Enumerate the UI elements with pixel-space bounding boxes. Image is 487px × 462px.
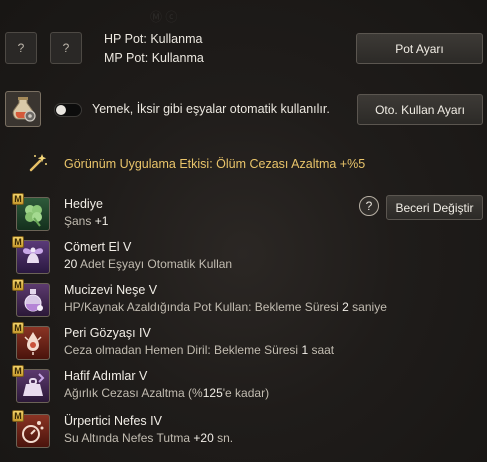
hp-pot-slot-label: ? bbox=[17, 41, 25, 55]
skill-description: 20 Adet Eşyayı Otomatik Kullan bbox=[64, 257, 233, 271]
skill-name: Hediye bbox=[64, 197, 103, 211]
skill-name: Ürpertici Nefes IV bbox=[64, 414, 162, 428]
skill-item: M Peri Gözyaşı IV Ceza olmadan Hemen Dir… bbox=[12, 322, 476, 366]
skill-description: Ceza olmadan Hemen Diril: Bekleme Süresi… bbox=[64, 343, 335, 357]
auto-use-description: Yemek, İksir gibi eşyalar otomatik kulla… bbox=[92, 102, 330, 116]
skill-name: Hafif Adımlar V bbox=[64, 369, 148, 383]
skill-description: Şans +1 bbox=[64, 214, 109, 228]
mastery-badge: M bbox=[12, 236, 24, 248]
hp-pot-slot[interactable]: ? bbox=[5, 32, 37, 64]
skill-description: Su Altında Nefes Tutma +20 sn. bbox=[64, 431, 234, 445]
mp-pot-status: MP Pot: Kullanma bbox=[104, 51, 204, 65]
skill-description: Ağırlık Cezası Azaltma (%125'e kadar) bbox=[64, 386, 270, 400]
skill-name: Mucizevi Neşe V bbox=[64, 283, 158, 297]
skill-name: Peri Gözyaşı IV bbox=[64, 326, 151, 340]
pot-settings-button[interactable]: Pot Ayarı bbox=[356, 33, 483, 64]
auto-use-potion-icon[interactable] bbox=[5, 91, 41, 127]
mp-pot-slot-label: ? bbox=[62, 41, 70, 55]
skill-name: Cömert El V bbox=[64, 240, 132, 254]
skill-item: M Hafif Adımlar V Ağırlık Cezası Azaltma… bbox=[12, 365, 476, 409]
skill-item: M Hediye Şans +1 bbox=[12, 193, 476, 237]
mastery-badge: M bbox=[12, 322, 24, 334]
mastery-badge: M bbox=[12, 193, 24, 205]
mastery-badge: M bbox=[12, 279, 24, 291]
hp-pot-status: HP Pot: Kullanma bbox=[104, 32, 203, 46]
skill-item: M Mucizevi Neşe V HP/Kaynak Azaldığında … bbox=[12, 279, 476, 323]
appearance-effect-text: Görünüm Uygulama Etkisi: Ölüm Cezası Aza… bbox=[64, 157, 366, 171]
pot-settings-button-label: Pot Ayarı bbox=[395, 41, 444, 56]
mp-pot-slot[interactable]: ? bbox=[50, 32, 82, 64]
skill-item: M Cömert El V 20 Adet Eşyayı Otomatik Ku… bbox=[12, 236, 476, 280]
magic-wand-icon bbox=[27, 152, 49, 174]
auto-use-settings-button-label: Oto. Kullan Ayarı bbox=[375, 102, 465, 117]
skill-description: HP/Kaynak Azaldığında Pot Kullan: Beklem… bbox=[64, 300, 387, 314]
mastery-badge: M bbox=[12, 365, 24, 377]
skill-item: M Ürpertici Nefes IV Su Altında Nefes Tu… bbox=[12, 410, 476, 454]
auto-use-settings-button[interactable]: Oto. Kullan Ayarı bbox=[357, 94, 483, 125]
auto-use-toggle[interactable] bbox=[54, 103, 82, 117]
mastery-badge: M bbox=[12, 410, 24, 422]
toggle-knob bbox=[56, 105, 66, 115]
background-map-text: Ⓜ ⓒ bbox=[150, 10, 178, 24]
